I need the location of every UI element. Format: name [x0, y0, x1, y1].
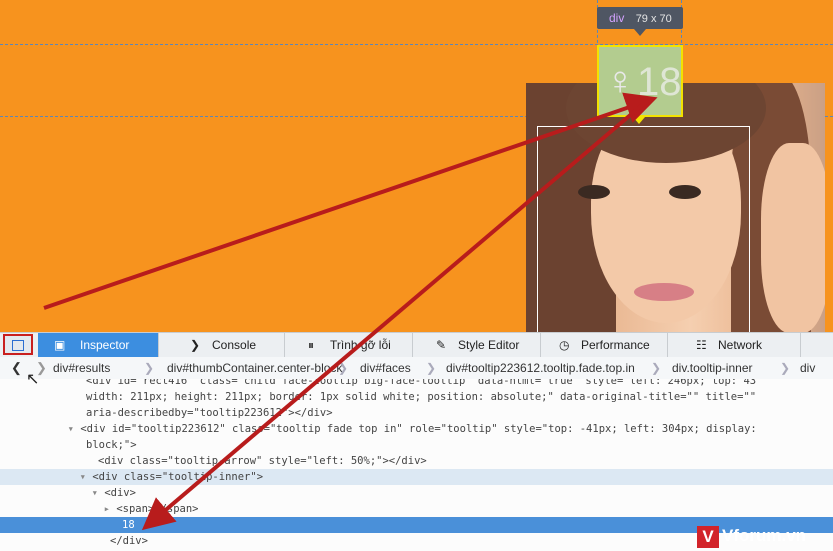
tooltip-age-value: 18: [637, 60, 682, 104]
highlight-guide-top: [0, 44, 833, 45]
markup-line-text: <span></span>: [116, 503, 199, 515]
breadcrumb: ❮ ❯ div#results ❯ div#thumbContainer.cen…: [0, 357, 833, 380]
tab-performance[interactable]: ◷ Performance: [543, 333, 668, 357]
markup-line[interactable]: ▸ <span></span>: [0, 501, 833, 517]
markup-line[interactable]: ▾ <div id="tooltip223612" class="tooltip…: [0, 421, 833, 437]
watermark-badge: V: [697, 525, 719, 548]
breadcrumb-item[interactable]: div: [800, 357, 815, 379]
breadcrumb-item[interactable]: div.tooltip-inner: [672, 357, 752, 379]
breadcrumb-back-icon[interactable]: ❮: [11, 357, 22, 379]
web-page-viewport: ♀ 18 div 79 x 70: [0, 0, 833, 332]
breadcrumb-item[interactable]: div#tooltip223612.tooltip.fade.top.in: [446, 357, 635, 379]
performance-gauge-icon: ◷: [559, 338, 570, 352]
style-editor-icon: ✎: [436, 338, 447, 352]
watermark-text: Vforum.vn: [722, 526, 807, 545]
infobar-dimensions: 79 x 70: [635, 13, 672, 25]
tab-inspector[interactable]: ▣ Inspector: [38, 333, 159, 357]
watermark-logo: V Vforum.vn: [697, 521, 833, 551]
markup-line[interactable]: ▾ <div>: [0, 485, 833, 501]
network-icon: ☷: [696, 338, 707, 352]
breadcrumb-item[interactable]: div#faces: [360, 357, 411, 379]
element-picker-button[interactable]: [3, 334, 33, 355]
debugger-pause-icon: ⏸: [308, 338, 315, 352]
markup-line-text: <div class="tooltip-inner">: [92, 471, 264, 483]
selected-text-node: 18: [122, 519, 135, 531]
tooltip-arrow: [633, 117, 645, 124]
tab-debugger[interactable]: ⏸ Trình gỡ lỗi: [292, 333, 413, 357]
markup-line[interactable]: block;">: [86, 437, 833, 453]
devtools-toolbar: ▣ Inspector ❯ Console ⏸ Trình gỡ lỗi ✎ S…: [0, 332, 833, 358]
face-detection-box[interactable]: [537, 126, 750, 332]
markup-line[interactable]: <div class="tooltip-arrow" style="left: …: [98, 453, 833, 469]
markup-line-text: <div>: [104, 487, 136, 499]
markup-line[interactable]: width: 211px; height: 211px; border: 1px…: [86, 389, 833, 405]
tab-console[interactable]: ❯ Console: [174, 333, 285, 357]
face-age-tooltip[interactable]: ♀ 18: [597, 45, 683, 117]
markup-line-highlighted[interactable]: ▾ <div class="tooltip-inner">: [0, 469, 833, 485]
breadcrumb-item[interactable]: div#results: [53, 357, 110, 379]
console-chevron-icon: ❯: [190, 338, 201, 352]
markup-line[interactable]: aria-describedby="tooltip223612"></div>: [86, 405, 833, 421]
person-icon: ♀: [605, 59, 635, 103]
infobar-tag: div: [609, 11, 625, 25]
tab-style-editor[interactable]: ✎ Style Editor: [420, 333, 541, 357]
highlighter-infobar: div 79 x 70: [597, 7, 683, 36]
picker-icon: [12, 340, 24, 351]
markup-line[interactable]: <div id="rect416" class="child face-tool…: [86, 379, 833, 389]
inspector-icon: ▣: [54, 338, 66, 352]
tab-network[interactable]: ☷ Network: [680, 333, 801, 357]
markup-line-text: <div id="tooltip223612" class="tooltip f…: [80, 423, 757, 435]
mouse-cursor-icon: ↖: [26, 371, 40, 388]
breadcrumb-item[interactable]: div#thumbContainer.center-block: [167, 357, 342, 379]
